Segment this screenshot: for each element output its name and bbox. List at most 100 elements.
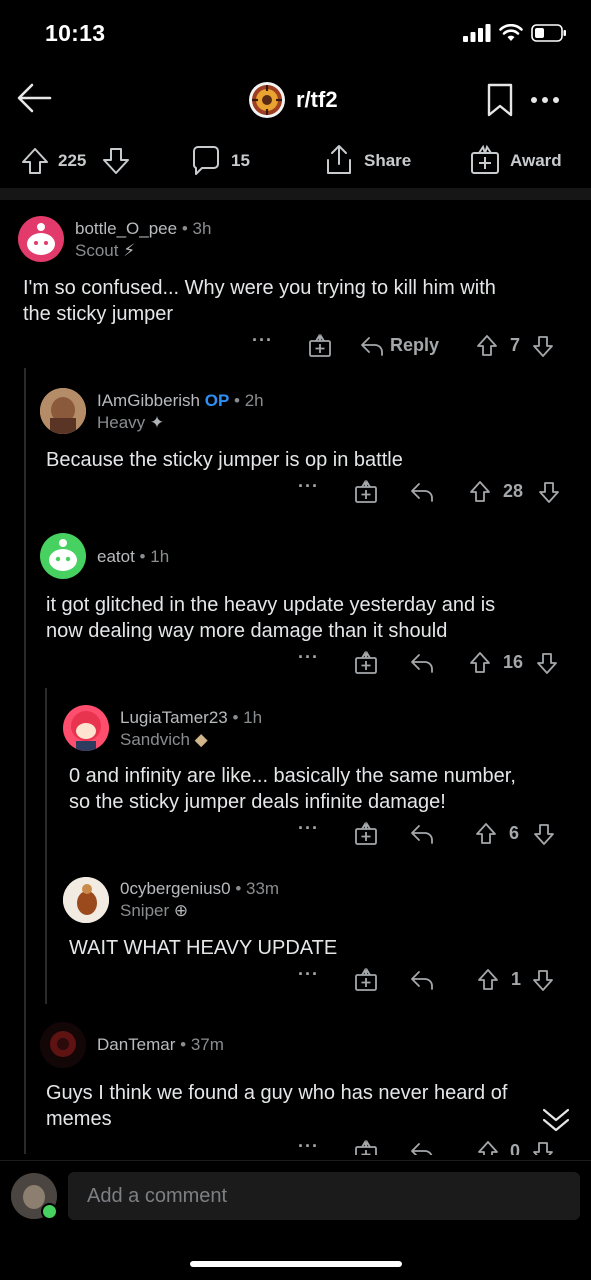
reply-label[interactable]: Reply [390,335,439,356]
signal-icon [463,24,491,42]
comment-author[interactable]: bottle_O_pee • 3h [75,219,211,239]
upvote-icon[interactable] [475,822,497,846]
upvote-icon[interactable] [20,146,50,176]
user-flair: Sniper ⊕ [120,901,188,921]
more-icon[interactable]: ··· [252,330,273,351]
reply-icon[interactable] [410,652,434,674]
comment-body: Guys I think we found a guy who has neve… [46,1080,566,1132]
comment-line: memes [46,1108,112,1130]
reply-icon[interactable] [360,335,384,357]
reply-icon[interactable] [410,823,434,845]
scattergun-icon: ⚡ [123,241,136,260]
avatar[interactable] [63,877,109,923]
comment-author[interactable]: LugiaTamer23 • 1h [120,708,262,728]
downvote-icon[interactable] [536,651,558,675]
comment-age: 37m [190,1035,224,1054]
more-icon[interactable]: ··· [298,647,319,668]
comment-body: 0 and infinity are like... basically the… [69,763,569,815]
award-gift-icon[interactable] [354,1140,378,1155]
subreddit-avatar[interactable] [249,82,285,118]
more-icon[interactable]: ··· [298,1136,319,1155]
avatar[interactable] [40,1022,86,1068]
avatar[interactable] [40,533,86,579]
subreddit-title[interactable]: r/tf2 [296,87,338,113]
user-flair: Scout ⚡ [75,241,135,261]
comment-author[interactable]: IAmGibberish OP • 2h [97,391,264,411]
comment-author[interactable]: eatot • 1h [97,547,169,567]
dot-separator: • [234,391,245,410]
sandvich-icon: ◆ [194,730,208,749]
upvote-icon[interactable] [477,1140,499,1155]
downvote-icon[interactable] [101,146,131,176]
username[interactable]: IAmGibberish [97,391,200,410]
username[interactable]: 0cybergenius0 [120,879,231,898]
comment-line: WAIT WHAT HEAVY UPDATE [69,937,338,959]
share-icon[interactable] [323,144,355,176]
comment-age: 2h [244,391,264,410]
downvote-icon[interactable] [532,1140,554,1155]
reply-icon[interactable] [410,1141,434,1155]
more-icon[interactable]: ··· [298,964,319,985]
comment-author[interactable]: DanTemar • 37m [97,1035,224,1055]
comment-actions: ··· 0 [296,1136,566,1155]
upvote-icon[interactable] [477,968,499,992]
avatar[interactable] [18,216,64,262]
upvote-icon[interactable] [476,334,498,358]
comment-line: so the sticky jumper deals infinite dama… [69,791,446,813]
comment-actions: ··· 28 [296,476,566,506]
reply-icon[interactable] [410,481,434,503]
username[interactable]: LugiaTamer23 [120,708,228,727]
downvote-icon[interactable] [532,334,554,358]
award-gift-icon[interactable] [354,822,378,846]
comment-actions: ··· 6 [296,818,566,848]
award-gift-icon[interactable] [354,480,378,504]
flair-text: Scout [75,241,119,260]
award-label[interactable]: Award [510,151,562,171]
thread-line[interactable] [24,368,26,1154]
more-icon[interactable]: ··· [298,818,319,839]
award-gift-icon[interactable] [354,651,378,675]
comment-icon[interactable] [190,145,222,177]
award-gift-icon[interactable] [308,334,332,358]
double-chevron-down-icon[interactable] [541,1106,571,1134]
comment-score: 7 [510,335,521,355]
avatar[interactable] [40,388,86,434]
reply-icon[interactable] [410,969,434,991]
username[interactable]: bottle_O_pee [75,219,177,238]
comment-author[interactable]: 0cybergenius0 • 33m [120,879,279,899]
flair-text: Sandvich [120,730,190,749]
comment-body: I'm so confused... Why were you trying t… [23,275,573,327]
back-arrow-icon[interactable] [16,82,52,114]
section-divider [0,188,591,200]
downvote-icon[interactable] [538,480,560,504]
downvote-icon[interactable] [532,968,554,992]
comment-score: 0 [510,1141,521,1155]
online-status-dot [41,1203,58,1220]
comment-count[interactable]: 15 [231,151,250,171]
username[interactable]: DanTemar [97,1035,175,1054]
bookmark-icon[interactable] [487,83,513,117]
award-gift-icon[interactable] [469,144,501,176]
upvote-icon[interactable] [469,480,491,504]
comment-score: 6 [509,823,520,843]
snoo-avatar-icon [71,711,101,751]
comment-age: 33m [246,879,280,898]
upvote-icon[interactable] [469,651,491,675]
dot-separator: • [180,1035,191,1054]
avatar[interactable] [63,705,109,751]
comment-age: 1h [243,708,263,727]
home-indicator[interactable] [190,1261,402,1267]
downvote-icon[interactable] [533,822,555,846]
add-comment-placeholder: Add a comment [87,1185,228,1207]
add-comment-input[interactable]: Add a comment [68,1172,580,1220]
more-options-icon[interactable] [530,96,560,104]
award-gift-icon[interactable] [354,968,378,992]
dot-separator: • [139,547,151,566]
dantemar-avatar-icon [40,1022,86,1068]
post-action-bar: 225 15 Share Award [0,140,591,182]
clipped-actions-row: ··· 0 [0,1135,591,1155]
username[interactable]: eatot [97,547,135,566]
thread-line[interactable] [45,688,47,1004]
share-label[interactable]: Share [364,151,411,171]
more-icon[interactable]: ··· [298,476,319,497]
